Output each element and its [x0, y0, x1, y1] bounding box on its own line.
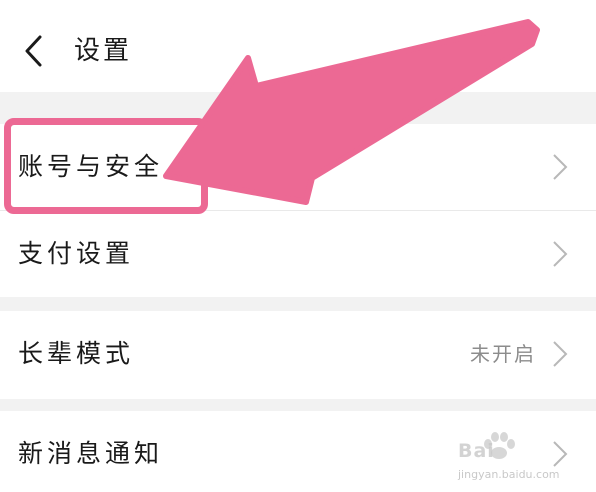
- chevron-right-icon: [550, 152, 570, 182]
- settings-item-label: 新消息通知: [18, 439, 164, 468]
- settings-item-label: 支付设置: [18, 239, 135, 268]
- chevron-right-icon: [550, 339, 570, 369]
- highlight-box: [4, 118, 208, 214]
- section-divider: [0, 297, 596, 311]
- settings-item-payment-settings[interactable]: 支付设置: [0, 211, 596, 297]
- page-title: 设置: [74, 36, 133, 66]
- watermark-url: jingyan.baidu.com: [458, 468, 560, 481]
- chevron-left-icon[interactable]: [22, 34, 46, 68]
- chevron-right-icon: [550, 239, 570, 269]
- settings-item-label: 长辈模式: [18, 339, 135, 368]
- watermark-logo-text: Bai: [458, 440, 495, 462]
- settings-item-elder-mode[interactable]: 长辈模式 未开启: [0, 311, 596, 399]
- elder-mode-status: 未开启: [470, 342, 536, 366]
- baidu-jingyan-watermark: Bai jingyan.baidu.com: [458, 432, 588, 488]
- header: 设置: [0, 0, 596, 92]
- section-divider: [0, 399, 596, 411]
